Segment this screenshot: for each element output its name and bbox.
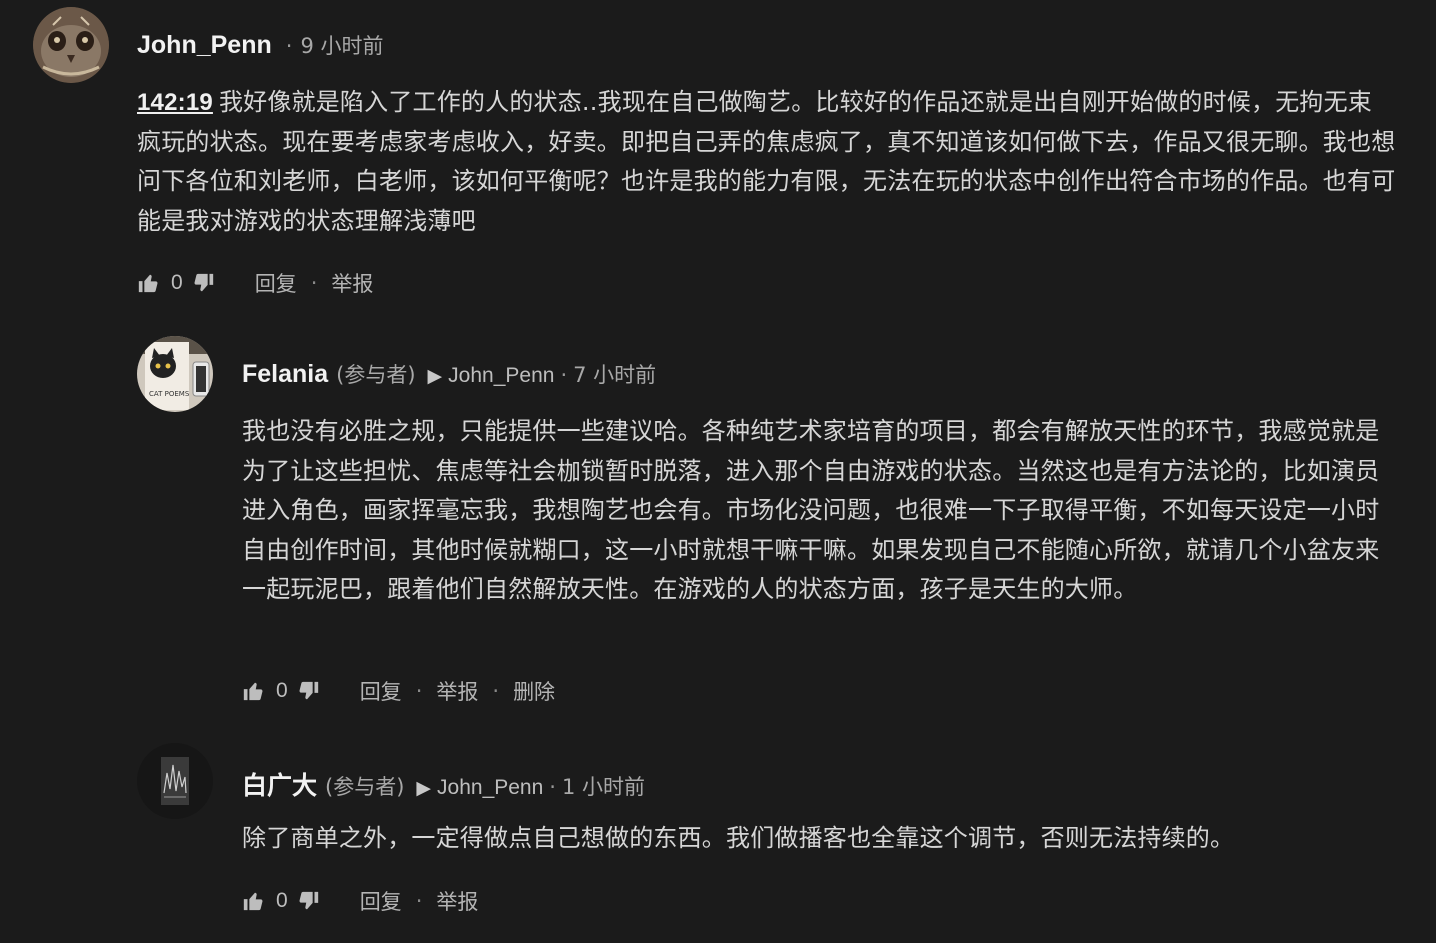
- comment-text: 我好像就是陷入了工作的人的状态..我现在自己做陶艺。比较好的作品还就是出自刚开始…: [137, 88, 1396, 235]
- avatar[interactable]: [137, 743, 213, 819]
- vote-count: 0: [171, 271, 183, 294]
- comment-body: 除了商单之外，一定得做点自己想做的东西。我们做播客也全靠这个调节，否则无法持续的…: [242, 819, 1402, 859]
- timestamp-link[interactable]: 142:19: [137, 89, 213, 116]
- comment-text: 除了商单之外，一定得做点自己想做的东西。我们做播客也全靠这个调节，否则无法持续的…: [242, 824, 1235, 852]
- reply-to-user[interactable]: John_Penn: [437, 776, 543, 800]
- separator-dot: ·: [549, 775, 556, 799]
- avatar[interactable]: [33, 7, 109, 83]
- avatar[interactable]: CAT POEMS: [137, 336, 213, 412]
- cat-poems-book-icon: CAT POEMS: [137, 336, 213, 412]
- comment-time[interactable]: 9 小时前: [300, 30, 383, 60]
- report-button[interactable]: 举报: [331, 268, 373, 298]
- separator-dot: ·: [560, 363, 568, 387]
- owl-face-icon: [33, 7, 109, 83]
- thumbs-down-icon[interactable]: [193, 272, 215, 294]
- reply-button[interactable]: 回复: [255, 268, 297, 298]
- action-separator: ·: [415, 889, 423, 913]
- comment-actions: 0 回复 · 举报 · 删除: [242, 676, 555, 706]
- reply-arrow-icon: ▶: [416, 777, 432, 799]
- reply-button[interactable]: 回复: [360, 676, 402, 706]
- thumbs-up-icon[interactable]: [242, 680, 264, 702]
- thumbs-down-icon[interactable]: [298, 890, 320, 912]
- comment-john-penn: John_Penn · 9 小时前 142:19 我好像就是陷入了工作的人的状态.…: [0, 0, 1436, 320]
- avatar-book-title: CAT POEMS: [149, 390, 190, 398]
- action-separator: ·: [310, 271, 318, 295]
- comment-body: 142:19 我好像就是陷入了工作的人的状态..我现在自己做陶艺。比较好的作品还就…: [137, 83, 1399, 241]
- comment-body: 我也没有必胜之规，只能提供一些建议哈。各种纯艺术家培育的项目，都会有解放天性的环…: [242, 412, 1402, 610]
- comment-header: Felania (参与者) ▶ John_Penn · 7 小时前: [242, 359, 656, 389]
- separator-dot: ·: [285, 34, 293, 58]
- report-button[interactable]: 举报: [436, 676, 478, 706]
- album-cover-icon: [137, 743, 213, 819]
- username[interactable]: John_Penn: [137, 31, 272, 60]
- action-separator: ·: [492, 679, 500, 703]
- thumbs-up-icon[interactable]: [242, 890, 264, 912]
- comment-time[interactable]: 7 小时前: [573, 359, 656, 389]
- comment-actions: 0 回复 · 举报: [137, 268, 373, 298]
- thumbs-down-icon[interactable]: [298, 680, 320, 702]
- action-separator: ·: [415, 679, 423, 703]
- comment-actions: 0 回复 · 举报: [242, 886, 478, 916]
- delete-button[interactable]: 删除: [513, 676, 555, 706]
- username[interactable]: 白广大: [242, 766, 317, 802]
- comment-text: 我也没有必胜之规，只能提供一些建议哈。各种纯艺术家培育的项目，都会有解放天性的环…: [242, 417, 1380, 603]
- comment-header: 白广大 (参与者) ▶ John_Penn · 1 小时前: [242, 766, 645, 802]
- username[interactable]: Felania: [242, 360, 328, 389]
- participant-badge: (参与者): [336, 363, 416, 387]
- reply-button[interactable]: 回复: [360, 886, 402, 916]
- report-button[interactable]: 举报: [436, 886, 478, 916]
- thumbs-up-icon[interactable]: [137, 272, 159, 294]
- comment-time[interactable]: 1 小时前: [562, 771, 645, 801]
- comment-header: John_Penn · 9 小时前: [137, 30, 383, 60]
- participant-badge: (参与者): [325, 775, 405, 799]
- vote-count: 0: [276, 679, 288, 702]
- reply-arrow-icon: ▶: [427, 365, 443, 387]
- vote-count: 0: [276, 889, 288, 912]
- comment-thread: John_Penn · 9 小时前 142:19 我好像就是陷入了工作的人的状态.…: [0, 0, 1436, 943]
- reply-to-user[interactable]: John_Penn: [448, 364, 554, 388]
